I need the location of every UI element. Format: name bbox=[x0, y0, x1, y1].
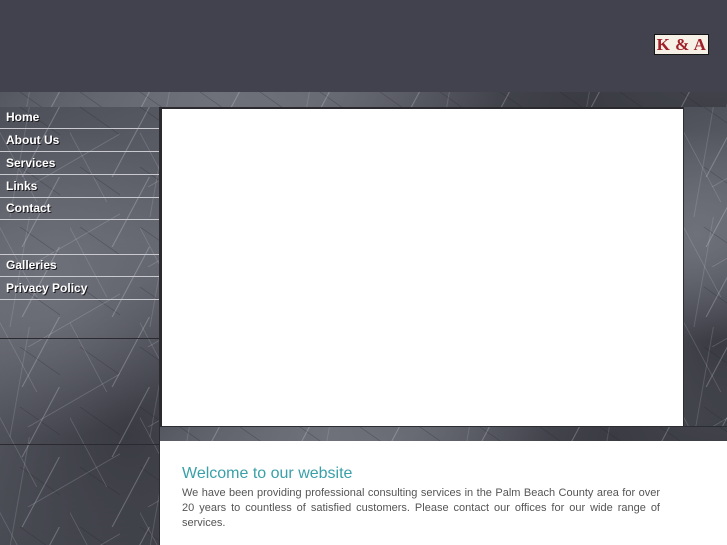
main-content: Welcome to our website We have been prov… bbox=[160, 441, 727, 545]
nav-item-services[interactable]: Services bbox=[0, 153, 159, 175]
right-marble-strip bbox=[683, 107, 727, 426]
welcome-text: We have been providing professional cons… bbox=[182, 487, 660, 529]
welcome-title: Welcome to our website bbox=[182, 465, 353, 482]
sidebar-nav: Home About Us Services Links Contact Gal… bbox=[0, 107, 160, 545]
mid-marble-band bbox=[160, 426, 727, 441]
sidebar-divider bbox=[0, 338, 159, 339]
nav-item-contact[interactable]: Contact bbox=[0, 198, 159, 220]
hero-banner-area bbox=[160, 107, 683, 426]
site-header: K & A bbox=[0, 0, 727, 92]
company-logo[interactable]: K & A bbox=[654, 34, 709, 55]
nav-item-about-us[interactable]: About Us bbox=[0, 130, 159, 152]
sidebar-divider bbox=[0, 444, 159, 445]
top-marble-band bbox=[0, 92, 727, 107]
nav-item-galleries[interactable]: Galleries bbox=[0, 255, 159, 277]
nav-item-home[interactable]: Home bbox=[0, 107, 159, 129]
nav-item-privacy-policy[interactable]: Privacy Policy bbox=[0, 278, 159, 300]
nav-item-links[interactable]: Links bbox=[0, 176, 159, 198]
